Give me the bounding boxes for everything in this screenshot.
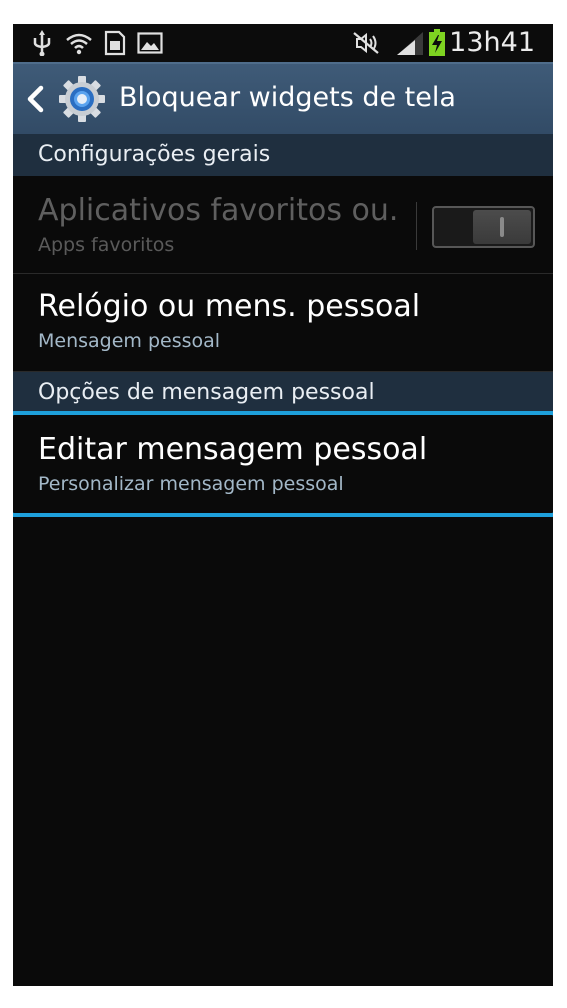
usb-icon: [31, 29, 53, 57]
item-title: Relógio ou mens. pessoal: [38, 289, 421, 324]
item-title: Aplicativos favoritos ou.: [38, 193, 399, 228]
list-item-clock-or-message[interactable]: Relógio ou mens. pessoal Mensagem pessoa…: [13, 274, 553, 372]
settings-gear-icon[interactable]: [57, 74, 107, 124]
clock-time: 13h41: [449, 27, 535, 58]
back-arrow-icon[interactable]: [25, 84, 47, 114]
item-subtitle: Mensagem pessoal: [38, 330, 221, 352]
section-header-label: Opções de mensagem pessoal: [38, 380, 375, 405]
signal-icon: [395, 29, 425, 57]
list-item-favorite-apps[interactable]: Aplicativos favoritos ou. Apps favoritos: [13, 176, 553, 274]
phone-screen: 13h41 Bloquear widgets de tela Configura…: [13, 24, 553, 986]
divider: [416, 202, 417, 250]
section-header-general: Configurações gerais: [13, 134, 553, 176]
section-header-label: Configurações gerais: [38, 142, 271, 167]
section-header-personal-message: Opções de mensagem pessoal: [13, 372, 553, 414]
mute-icon: [351, 29, 381, 57]
item-title: Editar mensagem pessoal: [38, 432, 428, 467]
sim-card-icon: [103, 29, 127, 57]
status-bar: 13h41: [13, 24, 553, 62]
list-item-edit-message[interactable]: Editar mensagem pessoal Personalizar men…: [13, 411, 553, 517]
wifi-question-icon: [65, 29, 93, 57]
toggle-knob: [473, 210, 531, 244]
image-icon: [137, 29, 163, 57]
favorite-apps-toggle[interactable]: [432, 206, 535, 248]
item-subtitle: Personalizar mensagem pessoal: [38, 473, 344, 495]
page-title: Bloquear widgets de tela: [119, 82, 456, 113]
battery-charging-icon: [427, 29, 447, 57]
item-subtitle: Apps favoritos: [38, 234, 175, 256]
action-bar: Bloquear widgets de tela: [13, 62, 553, 134]
